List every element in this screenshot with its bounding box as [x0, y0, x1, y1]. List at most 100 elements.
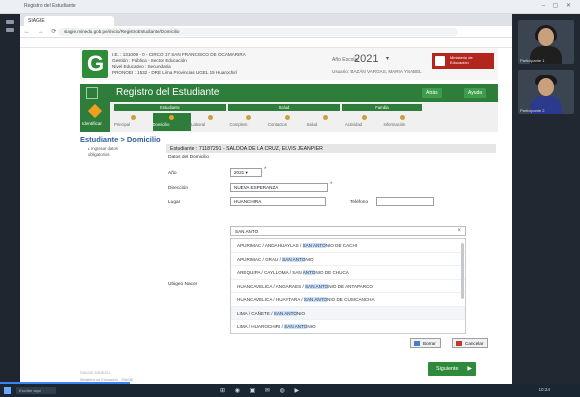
form-subtitle: Datos del Domicilio [168, 155, 210, 160]
step-dot-icon [284, 115, 290, 120]
participant-face [538, 78, 554, 96]
meeting-sidebar [0, 14, 20, 384]
start-icon[interactable] [4, 387, 11, 394]
app-container: I.E. : 131009 - 0 - CIRCO 17 SAN FRANCIS… [80, 48, 498, 384]
substep[interactable]: Complem. [230, 113, 268, 131]
address-bar: ← → ⟳ ⌂ siagie.minedu.gob.pe/inicio/Regi… [20, 26, 512, 38]
ubigeo-option[interactable]: APURIMAC / ANDAHUAYLAS / SAN ANTONIO DE … [231, 239, 465, 253]
option-suffix: NIO [296, 310, 306, 316]
telefono-label: Teléfono [350, 200, 369, 205]
substep[interactable]: Principal [114, 113, 152, 131]
lugar-field[interactable]: HUANCHIRA [230, 197, 326, 206]
breadcrumb: Estudiante > Domicilio [80, 135, 161, 144]
siguiente-button[interactable]: Siguiente ▶ [428, 362, 476, 376]
step-dot-icon [130, 115, 136, 120]
step-dot-icon [400, 115, 405, 120]
option-match: SAN ANTO [305, 283, 329, 289]
ubigeo-option[interactable]: LIMA / CAÑETE / SAN ANTONIO [231, 306, 465, 320]
substep-label: Contactos [268, 122, 287, 127]
video-panel: Participante 1 Participante 2 [512, 14, 580, 384]
direccion-field[interactable]: NUEVA ESPERANZA [230, 183, 328, 192]
wizard-steps: Identificar Estudiante Salud Familia Pri… [80, 102, 498, 132]
bookmarks-bar: AplicacionesGoogle DriveYouTubeGmailGoog… [20, 38, 512, 48]
option-match: ANTO [302, 270, 316, 275]
chat-icon[interactable] [6, 28, 14, 32]
list-scrollbar[interactable] [461, 243, 464, 299]
ubigeo-results-list: APURIMAC / ANDAHUAYLAS / SAN ANTONIO DE … [230, 238, 466, 334]
option-prefix: APURIMAC / GRAU / [237, 256, 283, 262]
option-match: SAN ANTO [303, 297, 328, 302]
minedu-logo: Ministerio de Educación [432, 53, 494, 69]
video-tile[interactable]: Participante 2 [518, 70, 574, 114]
substep[interactable]: Salud [307, 113, 345, 131]
browser-window: SIAGIE ← → ⟳ ⌂ siagie.minedu.gob.pe/inic… [20, 14, 512, 384]
option-match: SAN ANTO [282, 256, 306, 262]
option-prefix: AREQUIPA / CAYLLOMA / SAN [237, 270, 303, 275]
school-line: PRONOEI : 1532 - DRE Lima Provincias UGE… [112, 70, 238, 75]
taskbar: Escribe aquí ⊞ ◉ ▣ ✉ ◍ ▶ 10:24 [0, 384, 580, 397]
telefono-field[interactable] [376, 197, 434, 206]
option-match: SAN ANTO [302, 243, 326, 248]
option-suffix: NIO DE CACHI [325, 243, 358, 248]
side-note: Ingresar datos obligatorios. [88, 146, 132, 157]
option-match: SAN ANTO [273, 310, 297, 316]
option-suffix: NIO [305, 256, 314, 262]
step-label: Identificar [82, 121, 102, 126]
year-value[interactable]: 2021 [354, 53, 378, 65]
help-button[interactable]: Ayuda [464, 88, 487, 98]
substep-label: Información [383, 122, 406, 127]
option-prefix: HUANCAVELICA / ANGARAES / [237, 283, 306, 289]
taskbar-apps[interactable]: ⊞ ◉ ▣ ✉ ◍ ▶ [220, 387, 303, 394]
close-icon[interactable]: × [457, 228, 461, 234]
ubigeo-option[interactable]: LIMA / HUAROCHIRI / SAN ANTONIO [231, 320, 465, 333]
window-controls[interactable]: – ▢ ✕ [542, 2, 574, 9]
step-dot-icon [246, 115, 251, 120]
school-info: I.E. : 131009 - 0 - CIRCO 17 SAN FRANCIS… [112, 52, 332, 76]
anio-label: Año [168, 171, 177, 176]
step-dot-icon [169, 115, 174, 120]
borrar-button[interactable]: Borrar [410, 338, 441, 348]
substep[interactable]: Actividad [345, 113, 383, 131]
step-identificar[interactable]: Identificar [80, 102, 110, 132]
cancelar-button[interactable]: Cancelar [452, 338, 489, 348]
student-header: Estudiante : 71187291 - SALDOA DE LA CRU… [166, 144, 496, 153]
ubigeo-option[interactable]: AREQUIPA / CAYLLOMA / SAN ANTONIO DE CHU… [231, 266, 465, 280]
step-dot-icon [207, 115, 213, 120]
substep-label: Salud [306, 122, 318, 127]
siguiente-label: Siguiente [436, 366, 459, 372]
cancelar-label: Cancelar [465, 341, 484, 346]
option-prefix: APURIMAC / ANDAHUAYLAS / [237, 243, 303, 248]
menu-icon[interactable] [6, 20, 14, 24]
footer-faded: SIAGIE MINEDU [80, 370, 111, 375]
option-prefix: LIMA / CAÑETE / [237, 310, 274, 316]
substep[interactable]: Contactos [268, 113, 306, 131]
substep-label: Complem. [229, 122, 249, 127]
substep-label: Domicilio [152, 122, 170, 127]
user-info: Usuario: BAZÁN VARGAS, MARIA YSABEL [332, 69, 422, 74]
window-titlebar: Registro del Estudiante – ▢ ✕ [0, 0, 580, 14]
ubigeo-option[interactable]: APURIMAC / GRAU / SAN ANTONIO [231, 253, 465, 266]
step-group-salud: Salud [228, 104, 340, 111]
browser-tab[interactable]: SIAGIE [24, 16, 114, 26]
taskbar-search[interactable]: Escribe aquí [16, 387, 56, 394]
substep[interactable]: Domicilio [152, 113, 191, 131]
lugar-label: Lugar [168, 200, 181, 205]
option-prefix: LIMA / HUAROCHIRI / [237, 324, 285, 329]
ubigeo-option[interactable]: HUANCAVELICA / ANGARAES / SAN ANTONIO DE… [231, 280, 465, 293]
ubigeo-option[interactable]: HUANCAVELICA / HUAYTARA / SAN ANTONIO DE… [231, 293, 465, 307]
substep[interactable]: Laboral [191, 113, 229, 131]
substep[interactable]: Información [384, 113, 422, 131]
identify-icon [87, 103, 103, 119]
ubigeo-search-input[interactable]: SAN ANTO × [230, 226, 466, 236]
option-match: SAN ANTO [284, 324, 308, 329]
anio-select[interactable]: 2021 ▾ [230, 168, 262, 177]
video-tile[interactable]: Participante 1 [518, 20, 574, 64]
option-prefix: HUANCAVELICA / HUAYTARA / [237, 297, 304, 302]
siagie-logo [82, 50, 108, 78]
step-dot-icon [323, 115, 328, 120]
chevron-down-icon[interactable]: ▾ [386, 55, 389, 62]
page-content: I.E. : 131009 - 0 - CIRCO 17 SAN FRANCIS… [20, 48, 512, 384]
url-field[interactable]: siagie.minedu.gob.pe/inicio/RegistroEstu… [58, 28, 458, 36]
option-suffix: NIO DE CHUCA [315, 270, 349, 275]
back-button[interactable]: Atrás [422, 88, 442, 98]
